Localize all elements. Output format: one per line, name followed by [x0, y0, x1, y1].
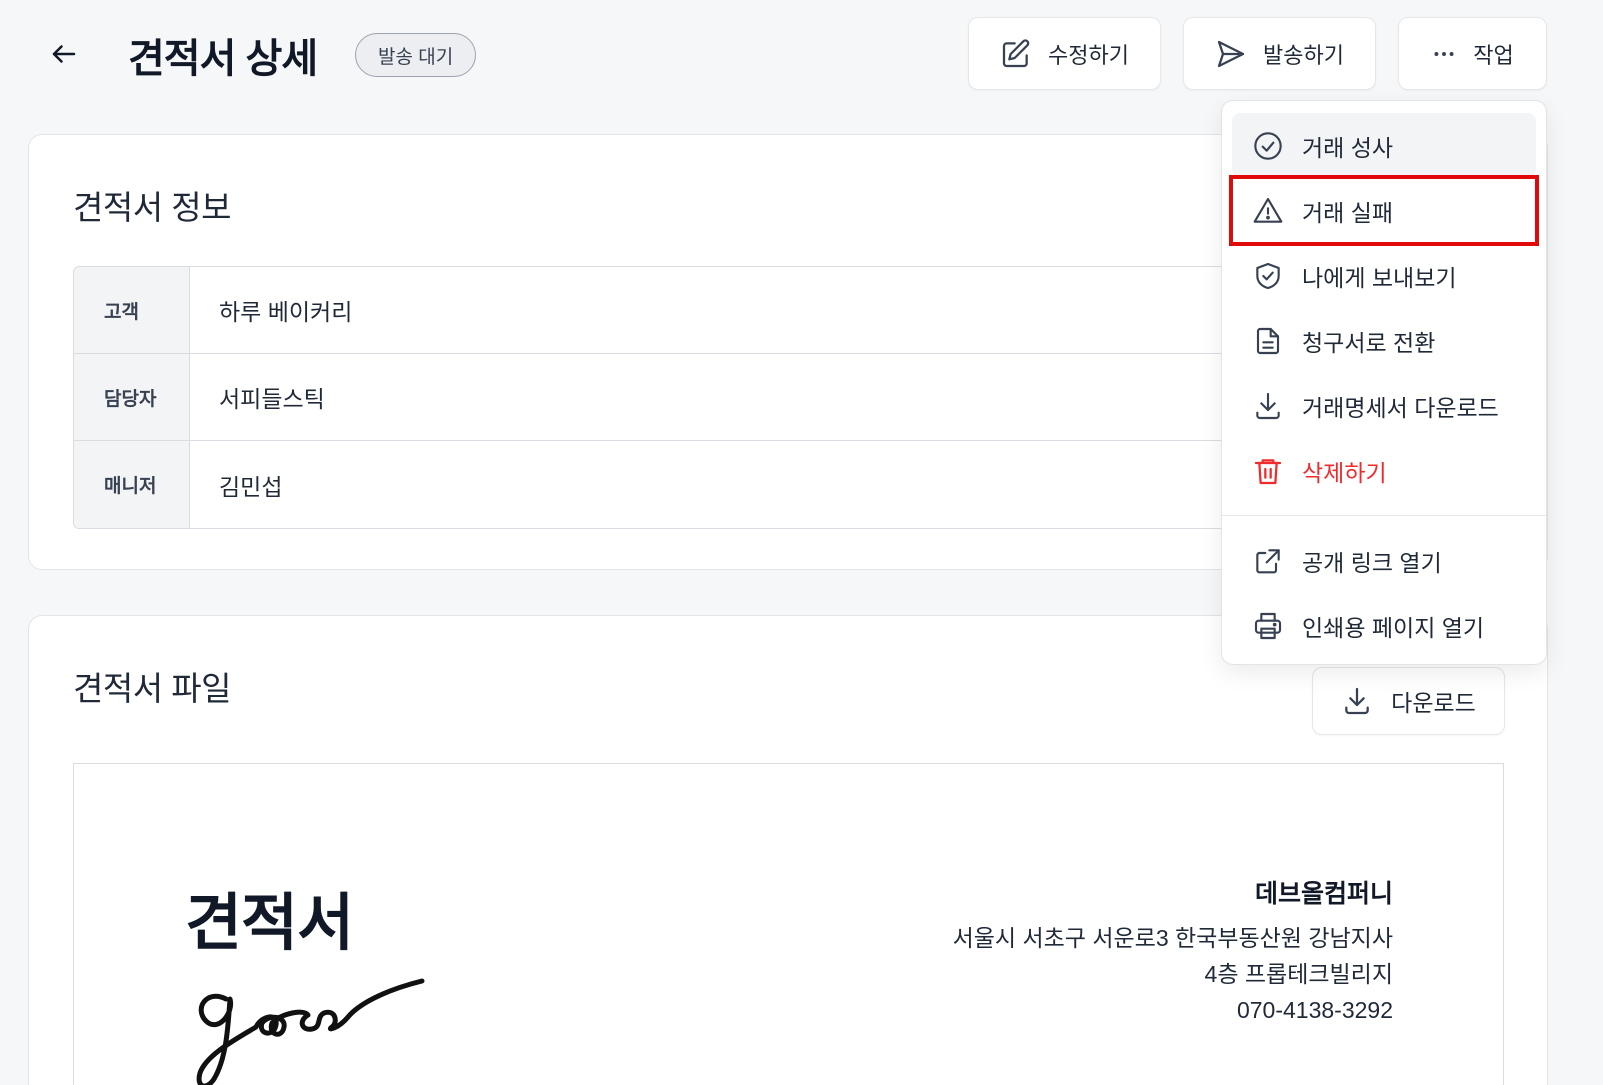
actions-button-label: 작업: [1473, 42, 1514, 68]
menu-item-open-public-link[interactable]: 공개 링크 열기: [1232, 528, 1536, 593]
actions-button[interactable]: 작업: [1398, 17, 1547, 90]
menu-item-label: 청구서로 전환: [1302, 329, 1436, 356]
trash-icon: [1254, 458, 1282, 484]
menu-item-deal-lost[interactable]: 거래 실패: [1229, 175, 1539, 246]
document-title: 견적서: [185, 889, 354, 958]
edit-button[interactable]: 수정하기: [968, 17, 1161, 90]
menu-item-send-to-me[interactable]: 나에게 보내보기: [1232, 243, 1536, 308]
info-label: 매니저: [74, 441, 190, 528]
actions-dropdown-menu: 거래 성사 거래 실패 나에게 보내보기 청구서로 전환 거래명세서 다운로드 …: [1221, 100, 1547, 665]
info-label: 담당자: [74, 354, 190, 440]
pencil-icon: [1002, 38, 1030, 67]
menu-item-delete[interactable]: 삭제하기: [1232, 438, 1536, 503]
status-badge: 발송 대기: [355, 33, 477, 77]
back-button[interactable]: [44, 36, 84, 72]
more-horizontal-icon: [1434, 51, 1454, 56]
menu-item-label: 거래 실패: [1302, 199, 1394, 226]
company-address-1: 서울시 서초구 서운로3 한국부동산원 강남지사: [952, 925, 1393, 951]
download-icon: [1345, 687, 1369, 715]
menu-item-convert-invoice[interactable]: 청구서로 전환: [1232, 308, 1536, 373]
page-header: 견적서 상세 발송 대기 수정하기 발송하기 작업: [0, 0, 1603, 110]
printer-icon: [1254, 612, 1282, 639]
menu-item-download-statement[interactable]: 거래명세서 다운로드: [1232, 373, 1536, 438]
send-button[interactable]: 발송하기: [1183, 17, 1376, 90]
page-title: 견적서 상세: [128, 37, 318, 81]
menu-item-label: 거래명세서 다운로드: [1302, 394, 1499, 421]
company-phone: 070-4138-3292: [1236, 997, 1393, 1023]
download-button-label: 다운로드: [1391, 690, 1476, 716]
menu-item-label: 인쇄용 페이지 열기: [1302, 614, 1485, 641]
download-button[interactable]: 다운로드: [1312, 667, 1505, 735]
quote-file-title: 견적서 파일: [73, 670, 231, 707]
send-button-label: 발송하기: [1263, 42, 1344, 68]
menu-item-open-print-page[interactable]: 인쇄용 페이지 열기: [1232, 593, 1536, 658]
menu-item-label: 나에게 보내보기: [1302, 264, 1457, 291]
menu-item-label: 거래 성사: [1302, 134, 1394, 161]
menu-item-label: 공개 링크 열기: [1302, 549, 1442, 576]
menu-divider: [1222, 515, 1546, 516]
quote-info-title: 견적서 정보: [73, 189, 231, 226]
menu-item-label: 삭제하기: [1302, 459, 1387, 486]
company-info: 데브올컴퍼니 서울시 서초구 서운로3 한국부동산원 강남지사 4층 프롭테크빌…: [953, 874, 1393, 1028]
menu-item-deal-won[interactable]: 거래 성사: [1232, 113, 1536, 178]
check-circle-icon: [1254, 131, 1282, 160]
company-name: 데브올컴퍼니: [1254, 880, 1393, 908]
send-icon: [1217, 40, 1245, 67]
warning-triangle-icon: [1253, 197, 1283, 223]
document-icon: [1256, 327, 1280, 354]
shield-check-icon: [1256, 262, 1280, 289]
company-address-2: 4층 프롭테크빌리지: [1204, 961, 1393, 987]
download-icon: [1256, 392, 1280, 419]
info-label: 고객: [74, 267, 190, 353]
quote-file-card: 견적서 파일 다운로드 견적서 데브올컴퍼니 서울시 서초구 서운로3 한국부동…: [28, 615, 1548, 1085]
edit-button-label: 수정하기: [1048, 42, 1129, 68]
external-link-icon: [1256, 548, 1280, 573]
goose-logo: [196, 978, 425, 1085]
quote-document-preview: 견적서 데브올컴퍼니 서울시 서초구 서운로3 한국부동산원 강남지사 4층 프…: [73, 763, 1504, 1085]
arrow-left-icon: [52, 45, 76, 63]
